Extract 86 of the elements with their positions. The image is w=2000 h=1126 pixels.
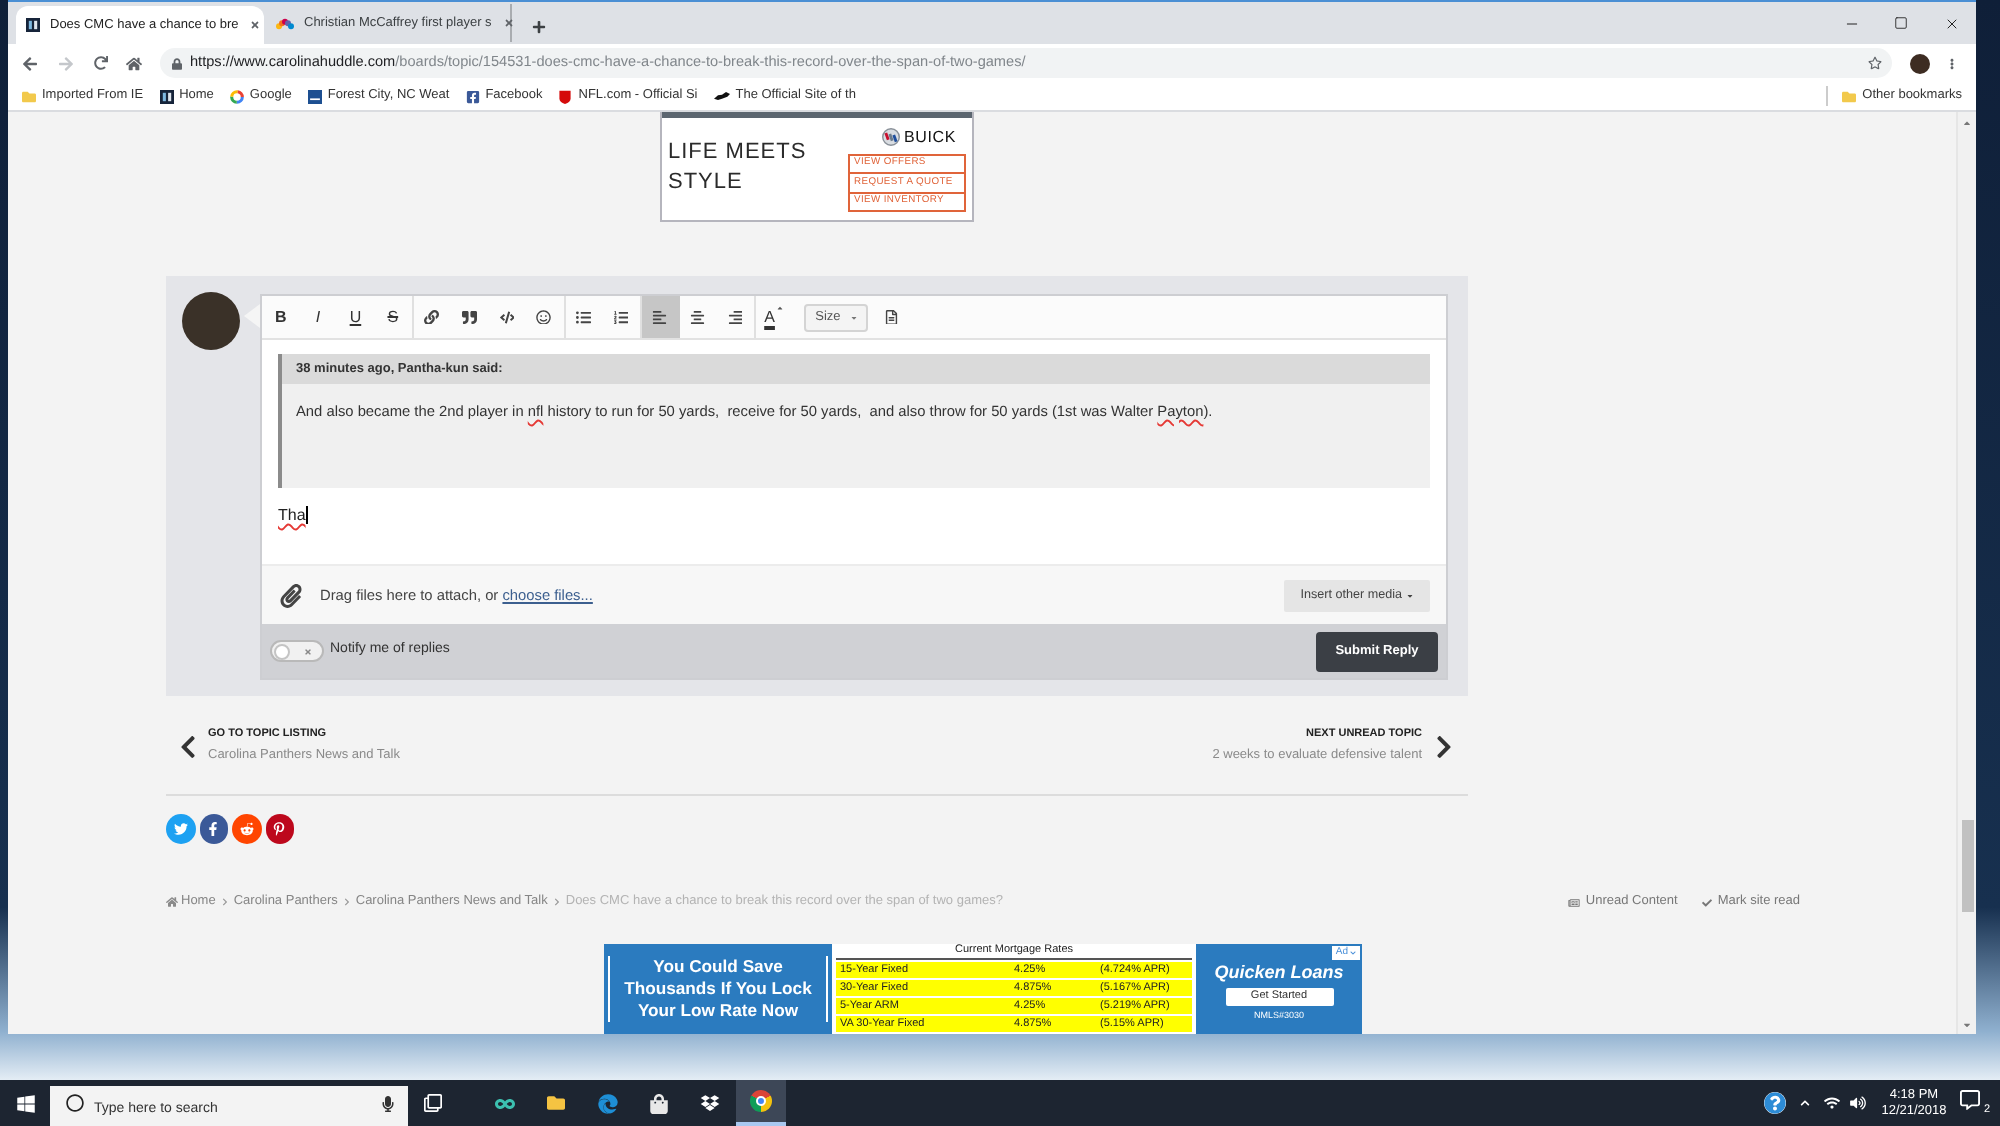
newspaper-icon	[1567, 897, 1580, 907]
quote-icon	[462, 309, 478, 325]
scrollbar-thumb[interactable]	[1961, 820, 1973, 912]
maximize-icon	[1894, 16, 1908, 30]
shield-logo-icon	[558, 89, 573, 103]
folder-icon	[1842, 89, 1857, 103]
twitter-icon[interactable]	[166, 814, 195, 843]
text-cursor-icon	[305, 506, 308, 524]
chrome-icon	[749, 1090, 772, 1112]
ad-headline: You Could Save Thousands If You Lock Your Low Rate Now	[608, 956, 828, 1022]
bulleted-list-icon	[576, 309, 592, 325]
peacock-icon	[276, 17, 294, 29]
paperclip-icon	[280, 583, 302, 607]
close-icon	[250, 20, 261, 30]
star-icon	[1867, 56, 1881, 70]
chevron-right-icon	[221, 898, 228, 906]
volume-icon[interactable]	[1850, 1096, 1866, 1110]
shopping-bag-icon	[649, 1093, 668, 1113]
chevron-right-icon	[343, 898, 350, 906]
numbered-list-icon	[613, 309, 629, 325]
microphone-icon	[382, 1095, 394, 1111]
site-logo-icon	[307, 89, 322, 103]
brand-name: BUICK	[904, 127, 956, 147]
avatar	[182, 292, 240, 350]
folder-icon	[546, 1094, 567, 1112]
italic-button[interactable]: I	[299, 296, 337, 338]
smiley-icon	[536, 309, 552, 325]
reddit-icon[interactable]	[232, 814, 261, 843]
strikethrough-button[interactable]: S	[374, 296, 412, 338]
reply-text: Tha	[278, 506, 306, 528]
bookmark-star-button[interactable]	[1864, 53, 1884, 73]
google-icon	[229, 89, 244, 103]
toggle-knob	[274, 643, 290, 659]
forward-arrow-icon	[58, 55, 74, 71]
lock-icon	[172, 57, 182, 69]
chevron-right-icon	[553, 898, 560, 906]
home-icon	[125, 55, 141, 71]
x-mark-icon	[304, 647, 312, 655]
site-logo-icon	[26, 18, 40, 32]
dropbox-icon	[699, 1094, 720, 1112]
help-icon[interactable]	[1764, 1092, 1786, 1114]
chevron-right-icon[interactable]	[1436, 733, 1452, 759]
speech-bubble-icon	[1960, 1090, 1980, 1110]
bold-button[interactable]: B	[262, 296, 300, 338]
text-color-button[interactable]: A	[755, 296, 794, 338]
folder-icon	[22, 89, 36, 103]
align-right-icon	[727, 309, 743, 325]
check-icon	[1701, 897, 1712, 907]
align-left-button[interactable]	[641, 296, 680, 338]
task-view-icon	[423, 1094, 441, 1112]
facebook-icon[interactable]	[199, 814, 228, 843]
document-icon	[884, 309, 900, 325]
chevron-up-icon[interactable]	[1798, 1098, 1812, 1108]
link-icon	[424, 309, 440, 325]
close-tab-button[interactable]	[248, 18, 263, 32]
brand-emblem-icon	[882, 128, 901, 146]
back-arrow-icon	[22, 55, 38, 71]
caret-icon	[1406, 591, 1414, 599]
infinity-icon	[494, 1095, 517, 1111]
network-icon[interactable]	[1824, 1096, 1840, 1110]
facebook-icon	[465, 89, 480, 103]
chevron-left-icon[interactable]	[180, 733, 196, 759]
reload-icon	[93, 56, 107, 70]
search-icon	[66, 1094, 84, 1112]
chevron-down-icon	[1350, 950, 1356, 956]
home-icon	[166, 896, 178, 908]
edge-icon	[597, 1093, 618, 1113]
close-icon	[1943, 15, 1959, 31]
plus-icon	[531, 19, 545, 33]
brand-name: Quicken Loans	[1214, 962, 1344, 982]
caret-up-icon	[1962, 117, 1972, 127]
code-icon	[499, 309, 515, 325]
ad-headline: LIFE MEETS STYLE	[668, 138, 809, 198]
profile-avatar[interactable]	[1910, 53, 1930, 73]
underline-button[interactable]: U	[336, 296, 375, 338]
notify-toggle[interactable]	[270, 640, 324, 662]
site-logo-icon	[159, 89, 174, 103]
caret-down-icon	[1962, 1019, 1972, 1029]
close-icon	[503, 18, 514, 28]
align-center-icon	[690, 309, 706, 325]
panther-icon	[713, 92, 730, 100]
taskbar-app-button[interactable]	[735, 1080, 786, 1126]
close-tab-button[interactable]	[501, 16, 516, 30]
windows-logo-icon	[15, 1093, 35, 1113]
pinterest-icon[interactable]	[265, 814, 294, 843]
align-left-icon	[652, 309, 668, 325]
